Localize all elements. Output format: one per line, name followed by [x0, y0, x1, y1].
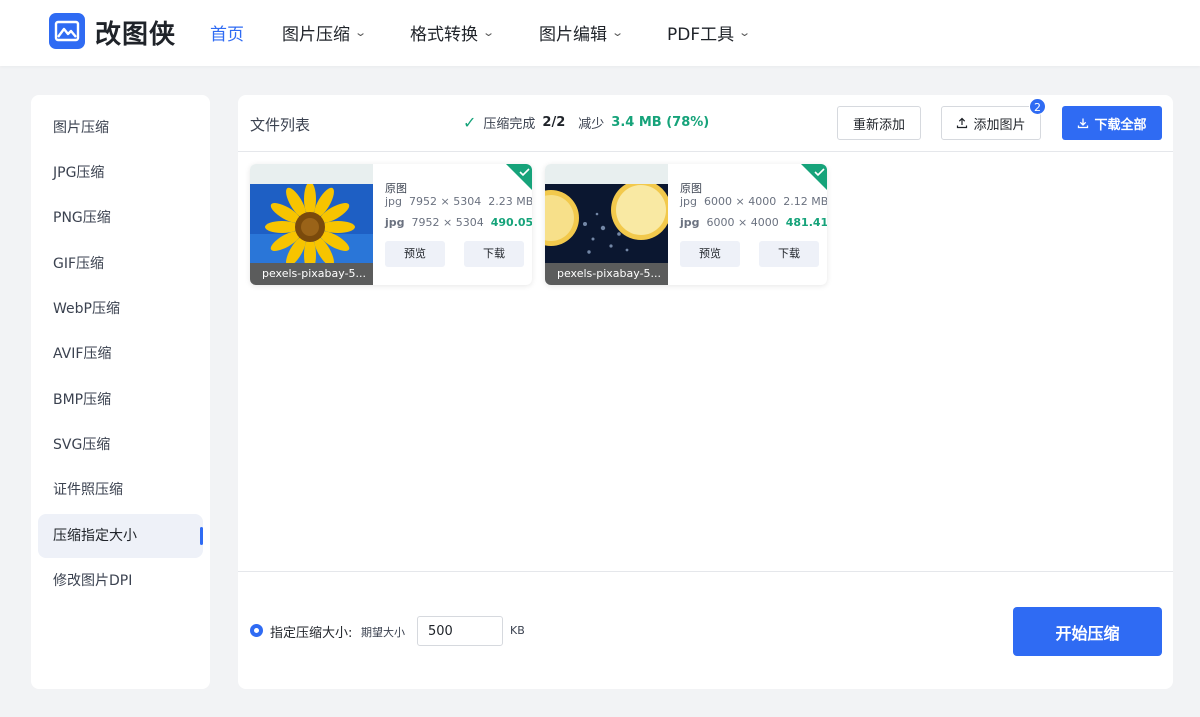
chevron-down-icon: ⌄ — [354, 26, 368, 39]
nav-image-compress[interactable]: 图片压缩 ⌄ — [282, 20, 368, 45]
completed-check-icon — [801, 164, 827, 190]
sidebar-item-id-photo[interactable]: 证件照压缩 — [38, 468, 203, 512]
compressed-size: 481.41 KB — [785, 216, 827, 229]
completed-check-icon — [506, 164, 532, 190]
nav-label: 图片压缩 — [282, 25, 350, 45]
download-icon — [1078, 118, 1089, 129]
file-list-title: 文件列表 — [250, 116, 311, 134]
file-count-badge: 2 — [1029, 98, 1046, 115]
size-unit: KB — [510, 624, 525, 637]
sidebar-item-image-compress[interactable]: 图片压缩 — [38, 106, 203, 150]
compressed-info: jpg 7952 × 5304 490.05 KB — [385, 216, 532, 229]
expected-size-input[interactable] — [417, 616, 503, 646]
nav-home-label: 首页 — [210, 25, 244, 45]
nav-format-convert[interactable]: 格式转换 ⌄ — [410, 20, 496, 45]
download-button[interactable]: 下载 — [759, 241, 819, 267]
sidebar-item-png[interactable]: PNG压缩 — [38, 196, 203, 240]
nav-label: 图片编辑 — [539, 25, 607, 45]
mountain-image-icon[interactable] — [49, 13, 85, 49]
check-icon: ✓ — [463, 113, 477, 132]
nav-pdf-tools[interactable]: PDF工具 ⌄ — [667, 20, 752, 45]
file-name: pexels-pixabay-5... — [250, 263, 373, 285]
file-card: pexels-pixabay-5... 原图 jpg 6000 × 4000 2… — [545, 164, 827, 285]
sidebar-item-dpi[interactable]: 修改图片DPI — [38, 559, 203, 603]
file-name: pexels-pixabay-5... — [545, 263, 668, 285]
nav-label: 格式转换 — [410, 25, 478, 45]
chevron-down-icon: ⌄ — [611, 26, 625, 39]
status-count: 2/2 — [542, 115, 566, 130]
add-image-button[interactable]: 添加图片 2 — [941, 98, 1046, 140]
nav-label: PDF工具 — [667, 25, 735, 45]
compressed-size: 490.05 KB — [490, 216, 532, 229]
sidebar-item-jpg[interactable]: JPG压缩 — [38, 151, 203, 195]
file-card: pexels-pixabay-5... 原图 jpg 7952 × 5304 2… — [250, 164, 532, 285]
chevron-down-icon: ⌄ — [738, 26, 752, 39]
sidebar-item-webp[interactable]: WebP压缩 — [38, 287, 203, 331]
download-button[interactable]: 下载 — [464, 241, 524, 267]
reduce-value: 3.4 MB (78%) — [611, 115, 710, 130]
target-size-label[interactable]: 指定压缩大小: — [270, 622, 352, 641]
expected-size-label: 期望大小 — [361, 626, 405, 639]
chevron-down-icon: ⌄ — [482, 26, 496, 39]
preview-button[interactable]: 预览 — [385, 241, 445, 267]
compress-options: 指定压缩大小: 期望大小 KB 开始压缩 — [238, 571, 1173, 689]
re-add-button[interactable]: 重新添加 — [837, 106, 921, 140]
add-image-label: 添加图片 — [973, 117, 1026, 133]
original-label: 原图 — [385, 182, 407, 195]
lemon-thumbnail[interactable]: pexels-pixabay-5... — [545, 164, 668, 285]
sidebar-item-gif[interactable]: GIF压缩 — [38, 242, 203, 286]
compression-status: ✓ 压缩完成 2/2 减少 3.4 MB (78%) — [463, 113, 709, 132]
brand-name[interactable]: 改图侠 — [95, 14, 176, 51]
nav-image-edit[interactable]: 图片编辑 ⌄ — [539, 20, 625, 45]
sidebar: 图片压缩 JPG压缩 PNG压缩 GIF压缩 WebP压缩 AVIF压缩 BMP… — [31, 95, 210, 689]
sunflower-thumbnail[interactable]: pexels-pixabay-5... — [250, 164, 373, 285]
download-all-button[interactable]: 下载全部 — [1062, 106, 1162, 140]
sidebar-item-avif[interactable]: AVIF压缩 — [38, 332, 203, 376]
upload-icon — [957, 117, 968, 129]
start-compress-button[interactable]: 开始压缩 — [1013, 607, 1162, 656]
sidebar-item-bmp[interactable]: BMP压缩 — [38, 378, 203, 422]
re-add-label: 重新添加 — [852, 117, 905, 133]
top-navbar: 改图侠 首页 图片压缩 ⌄ 格式转换 ⌄ 图片编辑 ⌄ PDF工具 ⌄ — [0, 0, 1200, 66]
file-list-header: 文件列表 ✓ 压缩完成 2/2 减少 3.4 MB (78%) 重新添加 添加图… — [238, 95, 1173, 152]
reduce-label: 减少 — [578, 117, 605, 132]
original-label: 原图 — [680, 182, 702, 195]
target-size-radio[interactable] — [250, 624, 263, 637]
original-info: jpg 6000 × 4000 2.12 MB — [680, 195, 827, 208]
sidebar-item-svg[interactable]: SVG压缩 — [38, 423, 203, 467]
download-all-label: 下载全部 — [1094, 117, 1147, 133]
main-panel: 文件列表 ✓ 压缩完成 2/2 减少 3.4 MB (78%) 重新添加 添加图… — [238, 95, 1173, 689]
original-info: jpg 7952 × 5304 2.23 MB — [385, 195, 532, 208]
compressed-info: jpg 6000 × 4000 481.41 KB — [680, 216, 827, 229]
sidebar-item-target-size[interactable]: 压缩指定大小 — [38, 514, 203, 558]
nav-home[interactable]: 首页 — [210, 20, 244, 45]
preview-button[interactable]: 预览 — [680, 241, 740, 267]
status-text: 压缩完成 — [483, 117, 536, 132]
